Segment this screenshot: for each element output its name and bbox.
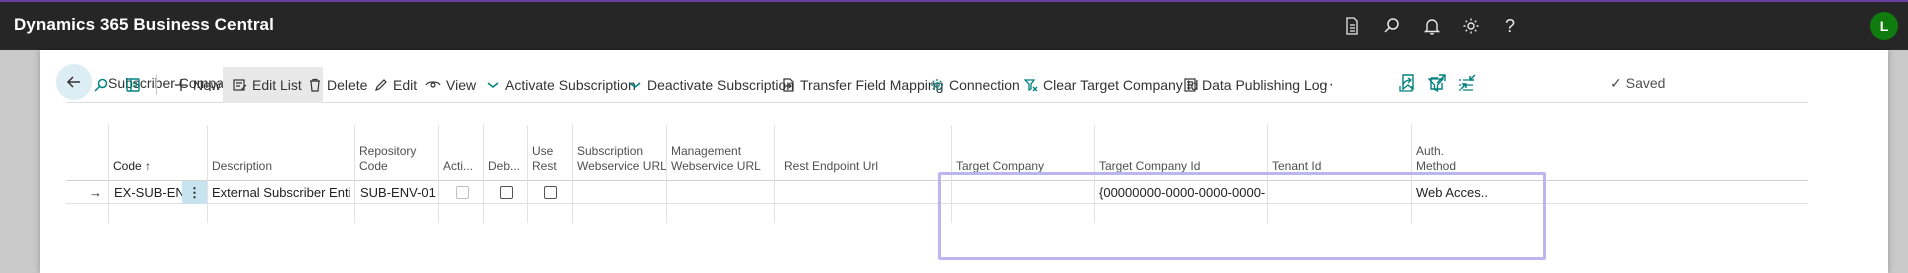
activate-subscription-label: Activate Subscription (505, 77, 636, 93)
highlight-box (938, 172, 1546, 260)
log-icon (1184, 78, 1196, 92)
filter-pane-icon (126, 78, 140, 92)
column-header-rest-endpoint-url[interactable]: Rest Endpoint Url (784, 125, 878, 180)
plus-icon (175, 79, 187, 91)
edit-button[interactable]: Edit (374, 67, 417, 103)
cell-description[interactable]: External Subscriber Entity (212, 181, 350, 204)
cell-subscription-webservice-url[interactable] (577, 181, 663, 204)
column-header-repository-code-line2: Code (359, 159, 388, 173)
sort-ascending-icon: ↑ (145, 159, 152, 173)
column-header-management-webservice-url[interactable]: Management Webservice URL (671, 125, 761, 180)
column-header-repository-code-line1: Repository (359, 144, 417, 158)
new-label: New (193, 77, 222, 93)
column-header-sub-ws-line2: Webservice URL (577, 159, 667, 173)
share-button[interactable] (1398, 67, 1419, 103)
transfer-field-mapping-button[interactable]: Transfer Field Mapping (781, 67, 943, 103)
column-header-code[interactable]: Code ↑ (113, 125, 151, 180)
column-header-repository-code[interactable]: Repository Code (359, 125, 416, 180)
list-icon (1459, 79, 1473, 91)
cell-repository-code[interactable]: SUB-ENV-01 (360, 181, 436, 204)
share-icon (1399, 77, 1413, 92)
connection-button[interactable]: Connection (930, 67, 1020, 103)
deactivate-subscription-label: Deactivate Subscription (647, 77, 795, 93)
delete-label: Delete (327, 77, 368, 93)
search-list-button[interactable] (93, 67, 114, 103)
bell-icon[interactable] (1422, 16, 1442, 36)
cell-use-rest-checkbox[interactable] (544, 186, 557, 199)
column-header-description[interactable]: Description (212, 125, 272, 180)
table-row[interactable]: → EX-SUB-ENT ⋮ External Subscriber Entit… (66, 181, 1808, 204)
column-header-use-rest-line1: Use (532, 144, 554, 158)
filter-pane-button[interactable] (125, 67, 146, 103)
new-row-placeholder[interactable] (66, 205, 1808, 223)
column-header-mgmt-ws-line1: Management (671, 144, 742, 158)
column-header-subscription-webservice-url[interactable]: Subscription Webservice URL (577, 125, 667, 180)
row-indicator-arrow-icon: → (89, 185, 102, 200)
more-options-button[interactable]: ··· (1318, 67, 1334, 103)
app-bar: Dynamics 365 Business Central ? L (0, 0, 1908, 50)
filter-button[interactable] (1428, 67, 1449, 103)
view-label: View (446, 77, 477, 93)
edit-label: Edit (393, 77, 418, 93)
app-title[interactable]: Dynamics 365 Business Central (14, 15, 274, 35)
cell-active-checkbox (456, 186, 469, 199)
column-header-use-rest[interactable]: Use Rest (532, 125, 557, 180)
trash-icon (310, 78, 320, 92)
action-bar: New Edit List Delete Edit View Activate … (66, 67, 1808, 103)
edit-list-label: Edit List (252, 77, 302, 93)
clear-target-company-id-button[interactable]: Clear Target Company Id (1024, 67, 1198, 103)
toolbar-divider (156, 75, 157, 95)
user-avatar[interactable]: L (1870, 12, 1898, 40)
cell-rest-endpoint-url[interactable] (779, 181, 947, 204)
subscriber-company-grid: Code ↑ Description Repository Code Acti.… (66, 125, 1808, 223)
document-icon[interactable] (1342, 16, 1362, 36)
connection-label: Connection (949, 77, 1020, 93)
column-header-sub-ws-line1: Subscription (577, 144, 644, 158)
cell-management-webservice-url[interactable] (671, 181, 771, 204)
help-icon[interactable]: ? (1500, 16, 1520, 36)
connection-gear-icon (931, 79, 943, 91)
column-header-code-label: Code (113, 159, 142, 173)
deactivate-subscription-button[interactable]: Deactivate Subscription (628, 67, 794, 103)
edit-list-icon (233, 79, 247, 91)
clear-target-company-id-label: Clear Target Company Id (1043, 77, 1199, 93)
eye-icon (425, 81, 441, 88)
column-header-use-rest-line2: Rest (532, 159, 557, 173)
data-publishing-log-button[interactable]: Data Publishing Log (1183, 67, 1327, 103)
gear-icon[interactable] (1461, 16, 1481, 36)
activate-subscription-button[interactable]: Activate Subscription (486, 67, 636, 103)
search-icon (94, 78, 108, 92)
row-actions-menu-button[interactable]: ⋮ (182, 181, 207, 204)
column-header-debug[interactable]: Deb... (488, 125, 520, 180)
arrow-right-icon (487, 82, 499, 89)
column-header-active[interactable]: Acti... (443, 125, 473, 180)
transfer-field-mapping-label: Transfer Field Mapping (800, 77, 944, 93)
filter-icon (1428, 78, 1444, 93)
data-publishing-log-label: Data Publishing Log (1202, 77, 1328, 93)
delete-button[interactable]: Delete (308, 67, 367, 103)
document-transfer-icon (783, 78, 794, 92)
new-button[interactable]: New (174, 67, 221, 103)
arrow-right-icon (629, 82, 641, 89)
view-button[interactable]: View (425, 67, 476, 103)
search-icon[interactable] (1382, 16, 1402, 36)
list-view-button[interactable] (1458, 67, 1479, 103)
cell-debug-checkbox[interactable] (500, 186, 513, 199)
column-header-mgmt-ws-line2: Webservice URL (671, 159, 761, 173)
clear-filter-icon (1024, 79, 1038, 92)
column-header-auth-method-line1: Auth. (1416, 144, 1445, 158)
pencil-icon (375, 79, 387, 91)
